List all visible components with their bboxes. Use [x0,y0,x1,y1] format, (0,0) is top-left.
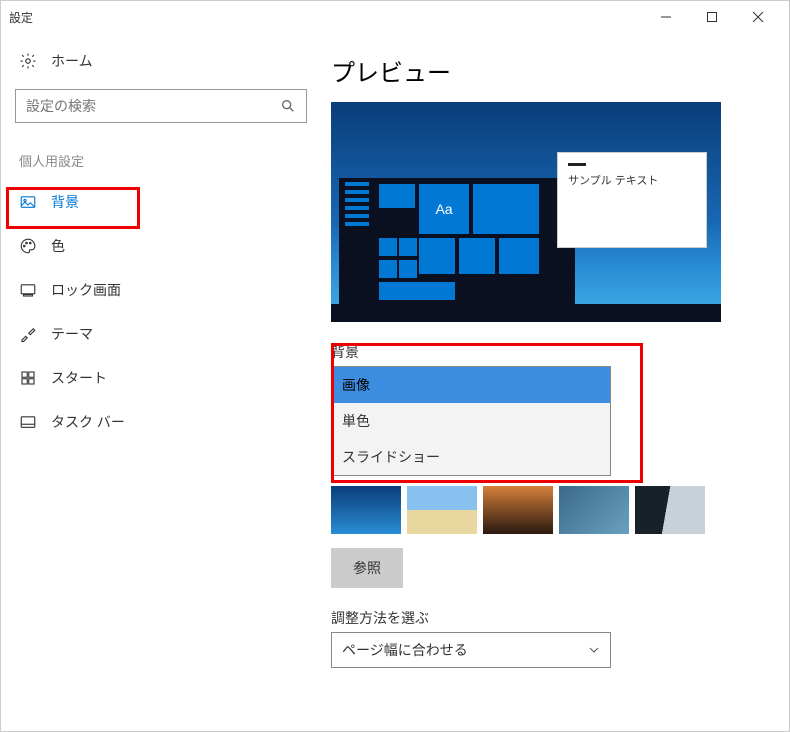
thumbnail[interactable] [331,486,401,534]
preview-heading: プレビュー [331,53,759,88]
sidebar-item-taskbar[interactable]: タスク バー [1,400,321,444]
home-label: ホーム [51,51,93,71]
gear-icon [19,52,37,70]
desktop-preview: Aa サンプル テキスト [331,102,721,322]
home-button[interactable]: ホーム [1,43,321,79]
preview-tile-aa: Aa [419,184,469,234]
picture-icon [19,193,37,211]
palette-icon [19,237,37,255]
sidebar-item-label: ロック画面 [51,280,121,300]
preview-sample-window: サンプル テキスト [557,152,707,248]
preview-sample-text: サンプル テキスト [568,172,696,188]
search-icon [280,98,296,114]
section-heading: 個人用設定 [1,133,321,180]
sidebar-item-background[interactable]: 背景 [1,180,321,224]
dropdown-option-slideshow[interactable]: スライドショー [332,439,610,475]
start-icon [19,369,37,387]
background-label: 背景 [331,342,759,362]
sidebar-item-start[interactable]: スタート [1,356,321,400]
thumbnail[interactable] [483,486,553,534]
search-input[interactable] [26,98,280,114]
window-title: 設定 [9,9,33,26]
thumbnail[interactable] [407,486,477,534]
maximize-button[interactable] [689,1,735,33]
sidebar-item-lockscreen[interactable]: ロック画面 [1,268,321,312]
fit-value: ページ幅に合わせる [342,640,468,660]
taskbar-icon [19,413,37,431]
chevron-down-icon [588,644,600,656]
minimize-button[interactable] [643,1,689,33]
sidebar-item-themes[interactable]: テーマ [1,312,321,356]
thumbnail[interactable] [635,486,705,534]
dropdown-option-image[interactable]: 画像 [332,367,610,403]
lockscreen-icon [19,281,37,299]
fit-dropdown[interactable]: ページ幅に合わせる [331,632,611,668]
theme-icon [19,325,37,343]
sidebar-item-colors[interactable]: 色 [1,224,321,268]
thumbnail[interactable] [559,486,629,534]
picture-thumbnails [331,486,759,534]
background-dropdown[interactable]: 画像 単色 スライドショー [331,366,611,476]
sidebar-item-label: 背景 [51,192,79,212]
sidebar-item-label: スタート [51,368,107,388]
fit-label: 調整方法を選ぶ [331,608,759,628]
sidebar-item-label: タスク バー [51,412,125,432]
sidebar-item-label: テーマ [51,324,93,344]
close-button[interactable] [735,1,781,33]
dropdown-option-solid[interactable]: 単色 [332,403,610,439]
sidebar-item-label: 色 [51,236,65,256]
search-input-container[interactable] [15,89,307,123]
browse-button[interactable]: 参照 [331,548,403,588]
